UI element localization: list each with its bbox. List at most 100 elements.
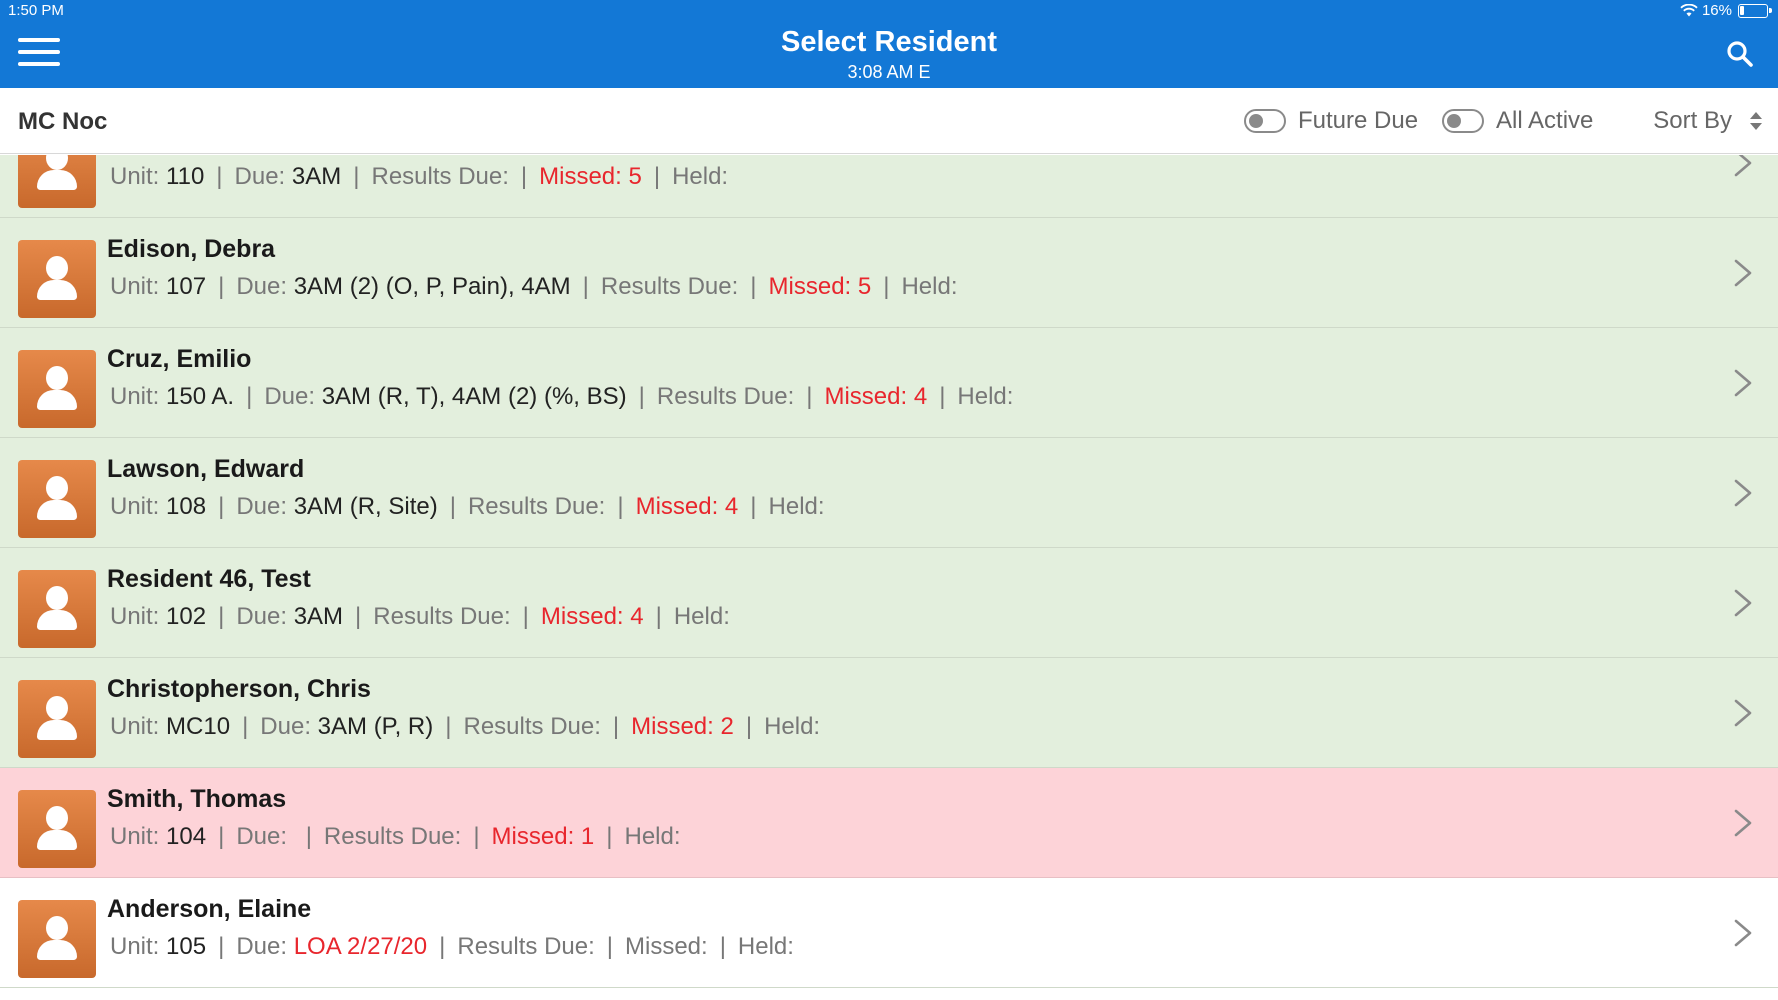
held-label: Held: [764,713,821,740]
resident-row[interactable]: Cruz, Emilio Unit: 150 A. | Due: 3AM (R, T… [0,328,1778,438]
future-due-toggle[interactable] [1244,109,1286,133]
resident-name: Resident 46, Test [107,565,311,593]
all-active-label: All Active [1496,107,1594,134]
all-active-filter[interactable]: All Active [1442,107,1593,135]
resident-row[interactable]: Smith, Thomas Unit: 104 | Due: | Results Du… [0,768,1778,878]
chevron-right-icon[interactable] [1732,368,1754,398]
unit-value: 150 A. [166,383,235,410]
results-due-label: Results Due: [656,383,795,410]
resident-details: Unit: 107 | Due: 3AM (2) (O, P, Pain), 4AM… [110,273,958,300]
unit-name: MC Noc [18,108,108,135]
missed-count: Missed: 2 [631,713,734,740]
chevron-right-icon[interactable] [1732,808,1754,838]
person-icon [18,155,96,208]
results-due-label: Results Due: [600,273,739,300]
held-label: Held: [957,383,1014,410]
results-due-label: Results Due: [463,713,601,740]
unit-value: 105 [166,933,207,960]
unit-label: Unit: [110,603,160,630]
unit-value: 104 [166,823,207,850]
due-value: 3AM (R, Site) [293,493,438,520]
person-icon [18,680,96,758]
battery-icon [1738,3,1772,18]
held-label: Held: [673,603,730,630]
resident-name: Anderson, Elaine [107,895,312,923]
missed-count: Missed: 5 [539,163,642,190]
person-icon [18,350,96,428]
resident-row[interactable]: Resident 46, Test Unit: 102 | Due: 3AM | Res… [0,548,1778,658]
resident-name: Christopherson, Chris [107,675,371,703]
resident-row[interactable]: Unit: 110 | Due: 3AM | Results Due: | Missed: … [0,155,1778,218]
held-label: Held: [901,273,958,300]
resident-row[interactable]: Lawson, Edward Unit: 108 | Due: 3AM (R, Si… [0,438,1778,548]
chevron-right-icon[interactable] [1732,918,1754,948]
resident-row[interactable]: Anderson, Elaine Unit: 105 | Due: LOA 2/27… [0,878,1778,988]
unit-label: Unit: [110,933,160,960]
person-icon [18,790,96,868]
status-indicators: 16% [1680,2,1772,19]
due-label: Due: [236,603,288,630]
results-due-label: Results Due: [371,163,509,190]
chevron-right-icon[interactable] [1732,698,1754,728]
missed-count: Missed: 4 [540,603,644,630]
due-value: 3AM [291,163,342,190]
held-label: Held: [768,493,825,520]
resident-details: Unit: 110 | Due: 3AM | Results Due: | Missed: … [110,163,729,190]
all-active-toggle[interactable] [1442,109,1484,133]
page-subtitle: 3:08 AM E [847,62,931,82]
person-icon [18,240,96,318]
unit-label: Unit: [110,823,160,850]
missed-count: Missed: [625,933,708,960]
due-label: Due: [236,273,288,300]
resident-name: Smith, Thomas [107,785,287,813]
unit-label: Unit: [110,493,160,520]
sort-by-button[interactable]: Sort By [1653,107,1762,135]
due-value: 3AM (2) (O, P, Pain), 4AM [293,273,571,300]
person-icon [18,900,96,978]
resident-list: Unit: 110 | Due: 3AM | Results Due: | Missed: … [0,155,1778,1000]
unit-value: 110 [166,163,205,190]
due-value: 3AM (P, R) [317,713,434,740]
results-due-label: Results Due: [457,933,595,960]
results-due-label: Results Due: [323,823,462,850]
resident-row[interactable]: Christopherson, Chris Unit: MC10 | Due: 3A… [0,658,1778,768]
person-icon [18,570,96,648]
resident-name: Edison, Debra [107,235,276,263]
resident-details: Unit: MC10 | Due: 3AM (P, R) | Results Due: |… [110,713,821,740]
held-label: Held: [624,823,681,850]
chevron-right-icon[interactable] [1732,258,1754,288]
due-value: 3AM [293,603,344,630]
wifi-icon [1680,4,1698,17]
resident-row[interactable]: Edison, Debra Unit: 107 | Due: 3AM (2) (O,… [0,218,1778,328]
held-label: Held: [737,933,794,960]
resident-details: Unit: 104 | Due: | Results Due: | Missed: 1 | H… [110,823,681,850]
search-icon[interactable] [1726,40,1754,68]
due-label: Due: [236,933,288,960]
due-label: Due: [236,823,288,850]
filter-toolbar: MC Noc Future Due All Active Sort By [0,88,1778,154]
battery-percent: 16% [1701,2,1732,19]
missed-count: Missed: 5 [768,273,872,300]
unit-value: 102 [166,603,207,630]
missed-count: Missed: 1 [491,823,595,850]
chevron-right-icon[interactable] [1732,478,1754,508]
resident-name: Cruz, Emilio [107,345,252,373]
due-value: 3AM (R, T), 4AM (2) (%, BS) [321,383,627,410]
chevron-right-icon[interactable] [1732,588,1754,618]
resident-details: Unit: 102 | Due: 3AM | Results Due: | Missed: … [110,603,730,630]
resident-details: Unit: 105 | Due: LOA 2/27/20 | Results Due: |… [110,933,794,960]
due-label: Due: [234,163,286,190]
results-due-label: Results Due: [373,603,511,630]
app-header: 1:50 PM 16% Select Resident 3:08 AM E [0,0,1778,88]
held-label: Held: [672,163,729,190]
unit-label: Unit: [110,163,160,190]
sort-by-label: Sort By [1653,107,1732,134]
due-value: LOA 2/27/20 [293,933,428,960]
resident-details: Unit: 150 A. | Due: 3AM (R, T), 4AM (2) (%… [110,383,1014,410]
due-label: Due: [264,383,316,410]
status-time: 1:50 PM [8,2,64,19]
chevron-right-icon[interactable] [1732,155,1754,178]
future-due-filter[interactable]: Future Due [1244,107,1418,135]
resident-name: Lawson, Edward [107,455,305,483]
page-title: Select Resident [781,26,997,58]
